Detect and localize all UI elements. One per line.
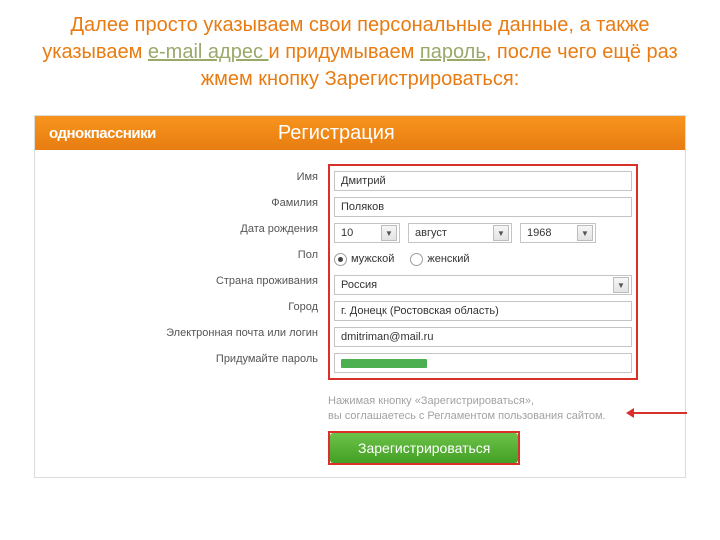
birth-month-select[interactable]: август▼ [408, 223, 512, 243]
first-name-input[interactable]: Дмитрий [334, 171, 632, 191]
screenshot-frame: однокпассники Регистрация Имя Фамилия Да… [34, 115, 686, 478]
label-gender: Пол [35, 242, 318, 268]
form-highlight-box: Дмитрий Поляков 10▼ август▼ 1968▼ мужско… [328, 164, 638, 380]
label-first-name: Имя [35, 164, 318, 190]
register-button[interactable]: Зарегистрироваться [330, 433, 518, 463]
label-birth-date: Дата рождения [35, 216, 318, 242]
page-title: Регистрация [278, 122, 395, 145]
email-link: e-mail адрес [148, 41, 269, 63]
caption-text: Далее просто указываем свои персональные… [71, 14, 569, 36]
site-logo: однокпассники [35, 125, 170, 142]
label-email: Электронная почта или логин [35, 320, 318, 346]
chevron-down-icon: ▼ [381, 225, 397, 241]
gender-female-radio[interactable]: женский [410, 253, 469, 266]
password-input[interactable] [334, 353, 632, 373]
country-select[interactable]: Россия▼ [334, 275, 632, 295]
button-highlight-box: Зарегистрироваться [328, 431, 520, 465]
password-link: пароль [420, 41, 486, 63]
birth-year-select[interactable]: 1968▼ [520, 223, 596, 243]
email-input[interactable]: dmitriman@mail.ru [334, 327, 632, 347]
label-country: Страна проживания [35, 268, 318, 294]
password-mask [341, 359, 427, 368]
gender-male-radio[interactable]: мужской [334, 253, 394, 266]
chevron-down-icon: ▼ [493, 225, 509, 241]
label-city: Город [35, 294, 318, 320]
instruction-caption: Далее просто указываем свои персональные… [16, 12, 704, 93]
callout-arrow-icon [629, 412, 687, 414]
last-name-input[interactable]: Поляков [334, 197, 632, 217]
chevron-down-icon: ▼ [577, 225, 593, 241]
chevron-down-icon: ▼ [613, 277, 629, 293]
birth-day-select[interactable]: 10▼ [334, 223, 400, 243]
label-password: Придумайте пароль [35, 346, 318, 372]
site-header: однокпассники Регистрация [35, 116, 685, 150]
city-input[interactable]: г. Донецк (Ростовская область) [334, 301, 632, 321]
label-last-name: Фамилия [35, 190, 318, 216]
field-labels: Имя Фамилия Дата рождения Пол Страна про… [35, 164, 328, 380]
